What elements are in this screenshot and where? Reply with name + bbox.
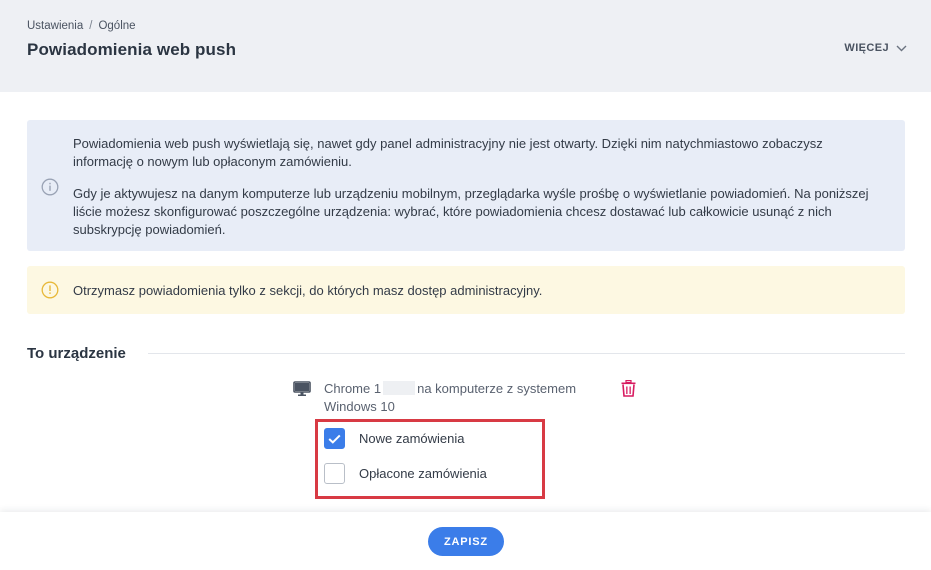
more-menu-button[interactable]: WIĘCEJ xyxy=(844,42,907,54)
monitor-icon xyxy=(293,381,311,396)
breadcrumb-item-general[interactable]: Ogólne xyxy=(98,20,135,32)
info-icon xyxy=(41,178,59,196)
paid-orders-label[interactable]: Opłacone zamówienia xyxy=(359,466,487,481)
breadcrumb: Ustawienia / Ogólne xyxy=(27,20,136,32)
option-new-orders[interactable]: Nowe zamówienia xyxy=(324,428,465,449)
breadcrumb-item-settings[interactable]: Ustawienia xyxy=(27,20,83,32)
device-version: 1 xyxy=(373,381,382,396)
redacted-area xyxy=(383,381,416,395)
save-button[interactable]: ZAPISZ xyxy=(428,527,504,556)
warning-icon xyxy=(41,281,59,299)
warning-text: Otrzymasz powiadomienia tylko z sekcji, … xyxy=(73,283,543,298)
option-paid-orders[interactable]: Opłacone zamówienia xyxy=(324,463,487,484)
more-menu-label: WIĘCEJ xyxy=(844,42,889,54)
footer-bar: ZAPISZ xyxy=(0,512,931,570)
new-orders-label[interactable]: Nowe zamówienia xyxy=(359,431,465,446)
info-notice: Powiadomienia web push wyświetlają się, … xyxy=(27,120,905,251)
device-browser: Chrome xyxy=(324,381,371,396)
section-title: To urządzenie xyxy=(27,345,126,362)
trash-icon[interactable] xyxy=(621,380,636,397)
breadcrumb-separator: / xyxy=(89,20,93,32)
section-divider xyxy=(148,353,905,354)
info-paragraph-2: Gdy je aktywujesz na danym komputerze lu… xyxy=(73,186,869,237)
warning-notice: Otrzymasz powiadomienia tylko z sekcji, … xyxy=(27,266,905,314)
page-title: Powiadomienia web push xyxy=(27,40,237,59)
new-orders-checkbox[interactable] xyxy=(324,428,345,449)
device-description: Chrome 1 na komputerze z systemem Windows… xyxy=(324,380,592,416)
chevron-down-icon xyxy=(896,45,907,51)
page-header: Ustawienia / Ogólne Powiadomienia web pu… xyxy=(0,0,931,92)
paid-orders-checkbox[interactable] xyxy=(324,463,345,484)
info-paragraph-1: Powiadomienia web push wyświetlają się, … xyxy=(73,136,823,169)
checkmark-icon xyxy=(328,434,341,444)
info-text: Powiadomienia web push wyświetlają się, … xyxy=(73,135,885,239)
